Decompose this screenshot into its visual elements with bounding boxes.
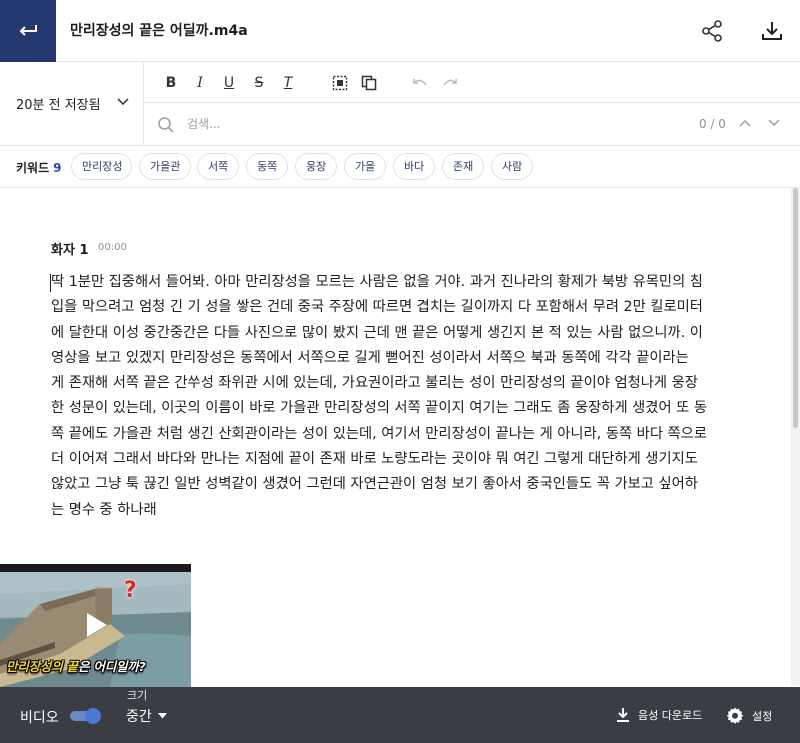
keyword-chip[interactable]: 존재 [442,153,484,180]
undo-button[interactable] [409,72,431,94]
clear-format-icon: T [283,75,293,91]
speaker-name[interactable]: 화자 1 [51,239,89,258]
search-bar: 0 / 0 [145,103,800,146]
scrollbar-thumb[interactable] [793,188,798,428]
copy-icon [361,75,377,91]
keyword-chip[interactable]: 만리장성 [71,153,132,180]
italic-button[interactable]: I [189,72,211,94]
settings-button[interactable]: 설정 [726,707,772,725]
size-select[interactable]: 중간 [126,706,167,726]
video-preview[interactable]: ? 만리장성의 끝은 어디일까? [0,564,191,687]
format-toolbar: B I U S T [145,62,800,103]
keyword-chip[interactable]: 웅장 [295,153,337,180]
timestamp[interactable]: 00:00 [98,242,127,253]
bold-button[interactable]: B [160,72,182,94]
keyword-bar: 키워드 9 만리장성 가을관 서쪽 동쪽 웅장 가을 바다 존재 사람 [0,146,800,188]
keyword-chip[interactable]: 서쪽 [197,153,239,180]
copy-button[interactable] [358,72,380,94]
chevron-down-icon [117,98,129,106]
clear-format-button[interactable]: T [277,72,299,94]
settings-label: 설정 [752,710,773,723]
file-title: 만리장성의 끝은 어딜까.m4a [70,23,248,39]
return-arrow-icon [19,25,37,36]
share-button[interactable] [698,17,726,45]
save-status-dropdown[interactable]: 20분 전 저장됨 [0,62,144,146]
previous-match-icon[interactable] [739,119,751,127]
app-header: 만리장성의 끝은 어딜까.m4a [0,0,800,62]
select-all-button[interactable] [329,72,351,94]
search-input[interactable] [187,111,627,137]
toggle-knob [85,708,101,724]
undo-icon [413,79,427,86]
keyword-chip[interactable]: 동쪽 [246,153,288,180]
back-button[interactable] [0,0,56,62]
search-icon [158,117,174,133]
select-all-icon [332,75,348,91]
transcript-text[interactable]: 딱 1분만 집중해서 들어봐. 아마 만리장성을 모르는 사람은 없을 거야. … [51,270,741,523]
search-match-count: 0 / 0 [699,117,726,131]
bold-icon: B [165,75,177,91]
underline-button[interactable]: U [218,72,240,94]
size-select-value: 중간 [126,709,152,725]
italic-icon: I [197,75,203,91]
gear-icon [726,707,744,724]
video-toggle-label: 비디오 [20,710,59,726]
question-mark-badge: ? [124,578,137,603]
underline-icon: U [223,75,235,91]
video-caption: 만리장성의 끝은 어디일까? [6,659,146,674]
video-toggle[interactable] [70,708,102,724]
play-icon[interactable] [85,611,109,639]
download-icon [762,22,782,40]
download-button[interactable] [758,17,786,45]
save-status-label: 20분 전 저장됨 [16,98,101,113]
bottom-bar: 비디오 크기 중간 음성 다운로드 설정 [0,687,800,743]
keyword-chip[interactable]: 사람 [491,153,533,180]
keyword-chip[interactable]: 바다 [393,153,435,180]
redo-icon [443,79,457,86]
download-icon [617,708,629,722]
keyword-chip[interactable]: 가을 [344,153,386,180]
size-label: 크기 [127,689,148,702]
audio-download-label: 음성 다운로드 [638,709,703,722]
share-icon [702,20,722,42]
scrollbar[interactable] [791,188,800,686]
keyword-label: 키워드 9 [16,161,62,175]
keyword-chip[interactable]: 가을관 [139,153,191,180]
redo-button[interactable] [439,72,461,94]
next-match-icon[interactable] [768,119,780,127]
strikethrough-button[interactable]: S [248,72,270,94]
audio-download-button[interactable]: 음성 다운로드 [616,707,702,723]
keyword-count: 9 [53,161,62,175]
strikethrough-icon: S [254,75,264,91]
caret-down-icon [157,713,167,719]
